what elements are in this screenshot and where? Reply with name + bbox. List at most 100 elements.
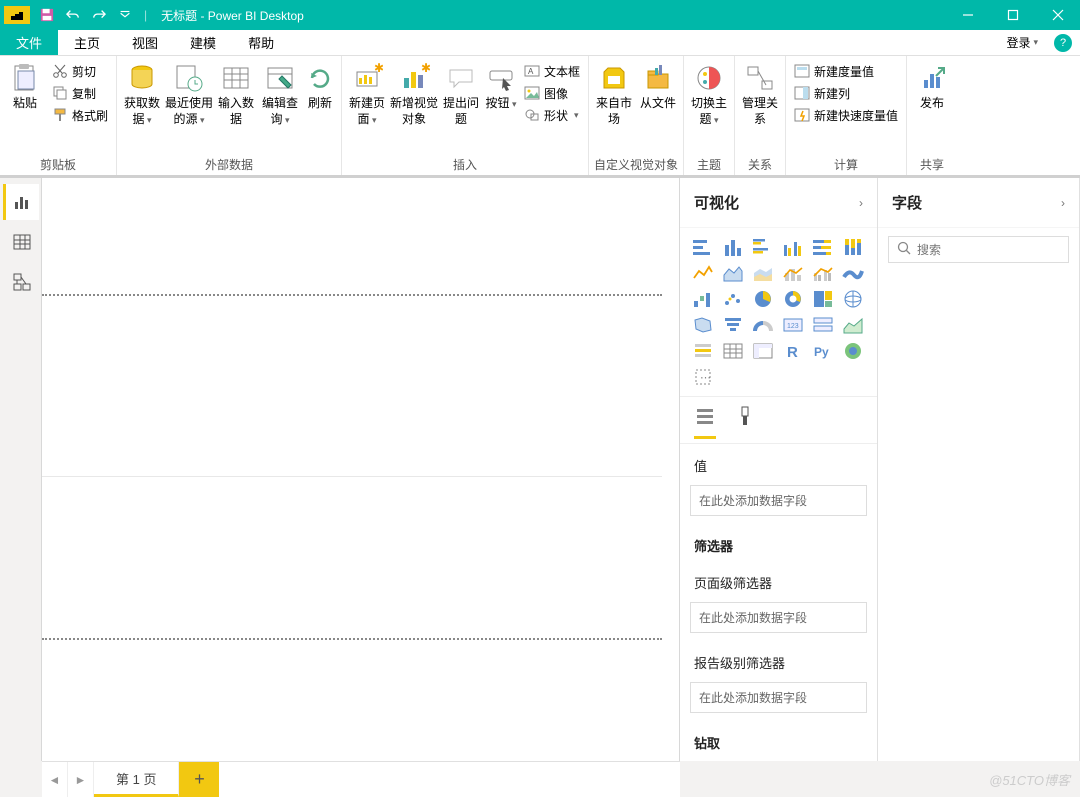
ribbon-group-insert: ✱新建页面 ✱新增视觉对象 提出问题 按钮 A文本框 图像 形状▾ 插入 bbox=[342, 56, 589, 175]
data-view-button[interactable] bbox=[3, 224, 39, 260]
page-filters-drop-zone[interactable]: 在此处添加数据字段 bbox=[690, 602, 867, 633]
ask-question-button[interactable]: 提出问题 bbox=[440, 58, 482, 156]
viz-stacked-column[interactable] bbox=[720, 236, 746, 258]
qat-redo-button[interactable] bbox=[86, 2, 112, 28]
new-visual-icon: ✱ bbox=[398, 62, 430, 94]
values-drop-zone[interactable]: 在此处添加数据字段 bbox=[690, 485, 867, 516]
viz-arcgis[interactable] bbox=[840, 340, 866, 362]
viz-stacked-bar[interactable] bbox=[690, 236, 716, 258]
publish-button[interactable]: 发布 bbox=[911, 58, 953, 156]
viz-clustered-column[interactable] bbox=[780, 236, 806, 258]
chevron-down-icon: ▾ bbox=[1033, 37, 1038, 48]
viz-import-custom[interactable]: ⋯ bbox=[690, 366, 716, 388]
viz-py-script[interactable]: Py bbox=[810, 340, 836, 362]
fields-search[interactable] bbox=[888, 236, 1069, 263]
new-page-button[interactable]: ✱新建页面 bbox=[346, 58, 388, 156]
new-column-button[interactable]: 新建列 bbox=[790, 82, 902, 104]
model-view-button[interactable] bbox=[3, 264, 39, 300]
fields-search-input[interactable] bbox=[917, 243, 1072, 257]
cut-button[interactable]: 剪切 bbox=[48, 60, 112, 82]
minimize-button[interactable] bbox=[945, 0, 990, 30]
viz-map[interactable] bbox=[840, 288, 866, 310]
viz-table[interactable] bbox=[720, 340, 746, 362]
paste-button[interactable]: 粘贴 bbox=[4, 58, 46, 156]
shapes-button[interactable]: 形状▾ bbox=[520, 104, 584, 126]
page-next-button[interactable]: ► bbox=[68, 762, 94, 797]
new-quick-measure-button[interactable]: 新建快速度量值 bbox=[790, 104, 902, 126]
menu-tab-view[interactable]: 视图 bbox=[116, 30, 174, 55]
collapse-visualizations-button[interactable]: › bbox=[859, 196, 863, 210]
textbox-icon: A bbox=[524, 63, 540, 79]
switch-theme-button[interactable]: 切换主题 bbox=[688, 58, 730, 156]
viz-line-stacked-column[interactable] bbox=[780, 262, 806, 284]
close-button[interactable] bbox=[1035, 0, 1080, 30]
viz-donut[interactable] bbox=[780, 288, 806, 310]
menu-tab-file[interactable]: 文件 bbox=[0, 30, 58, 55]
viz-area[interactable] bbox=[720, 262, 746, 284]
menu-tab-modeling[interactable]: 建模 bbox=[174, 30, 232, 55]
new-visual-button[interactable]: ✱新增视觉对象 bbox=[390, 58, 438, 156]
recent-sources-button[interactable]: 最近使用的源 bbox=[165, 58, 213, 156]
image-button[interactable]: 图像 bbox=[520, 82, 584, 104]
textbox-button[interactable]: A文本框 bbox=[520, 60, 584, 82]
format-painter-button[interactable]: 格式刷 bbox=[48, 104, 112, 126]
page-prev-button[interactable]: ◄ bbox=[42, 762, 68, 797]
add-page-button[interactable]: + bbox=[179, 762, 219, 797]
viz-multi-row-card[interactable] bbox=[810, 314, 836, 336]
report-canvas[interactable] bbox=[42, 178, 680, 761]
measure-icon bbox=[794, 63, 810, 79]
get-data-button[interactable]: 获取数据 bbox=[121, 58, 163, 156]
login-button[interactable]: 登录▾ bbox=[998, 34, 1046, 51]
fields-well-tab[interactable] bbox=[694, 405, 716, 439]
collapse-fields-button[interactable]: › bbox=[1061, 196, 1065, 210]
database-icon bbox=[126, 62, 158, 94]
help-button[interactable]: ? bbox=[1054, 34, 1072, 52]
qat-undo-button[interactable] bbox=[60, 2, 86, 28]
viz-line[interactable] bbox=[690, 262, 716, 284]
svg-text:✱: ✱ bbox=[374, 62, 383, 75]
edit-queries-button[interactable]: 编辑查询 bbox=[259, 58, 301, 156]
qat-save-button[interactable] bbox=[34, 2, 60, 28]
buttons-dropdown[interactable]: 按钮 bbox=[484, 58, 518, 156]
ribbon-group-calculations: 新建度量值 新建列 新建快速度量值 计算 bbox=[786, 56, 907, 175]
viz-pie[interactable] bbox=[750, 288, 776, 310]
viz-matrix[interactable] bbox=[750, 340, 776, 362]
quick-measure-icon bbox=[794, 107, 810, 123]
theme-icon bbox=[693, 62, 725, 94]
viz-100-stacked-bar[interactable] bbox=[810, 236, 836, 258]
viz-r-script[interactable]: R bbox=[780, 340, 806, 362]
viz-treemap[interactable] bbox=[810, 288, 836, 310]
enter-data-button[interactable]: 输入数据 bbox=[215, 58, 257, 156]
viz-slicer[interactable] bbox=[690, 340, 716, 362]
qat-customize-button[interactable] bbox=[112, 2, 138, 28]
shapes-icon bbox=[524, 107, 540, 123]
new-measure-button[interactable]: 新建度量值 bbox=[790, 60, 902, 82]
report-filters-drop-zone[interactable]: 在此处添加数据字段 bbox=[690, 682, 867, 713]
viz-filled-map[interactable] bbox=[690, 314, 716, 336]
viz-line-clustered-column[interactable] bbox=[810, 262, 836, 284]
from-marketplace-button[interactable]: 来自市场 bbox=[593, 58, 635, 156]
image-icon bbox=[524, 85, 540, 101]
copy-button[interactable]: 复制 bbox=[48, 82, 112, 104]
maximize-button[interactable] bbox=[990, 0, 1035, 30]
viz-stacked-area[interactable] bbox=[750, 262, 776, 284]
viz-clustered-bar[interactable] bbox=[750, 236, 776, 258]
viz-waterfall[interactable] bbox=[690, 288, 716, 310]
refresh-button[interactable]: 刷新 bbox=[303, 58, 337, 156]
manage-relationships-button[interactable]: 管理关系 bbox=[739, 58, 781, 156]
menu-tab-help[interactable]: 帮助 bbox=[232, 30, 290, 55]
format-tab[interactable] bbox=[734, 405, 756, 439]
viz-100-stacked-column[interactable] bbox=[840, 236, 866, 258]
page-tab-1[interactable]: 第 1 页 bbox=[94, 762, 179, 797]
from-file-button[interactable]: 从文件 bbox=[637, 58, 679, 156]
viz-gauge[interactable] bbox=[750, 314, 776, 336]
viz-scatter[interactable] bbox=[720, 288, 746, 310]
visualizations-pane-title: 可视化 bbox=[694, 192, 739, 213]
viz-kpi[interactable] bbox=[840, 314, 866, 336]
menu-tab-home[interactable]: 主页 bbox=[58, 30, 116, 55]
viz-card[interactable]: 123 bbox=[780, 314, 806, 336]
ribbon-group-custom-visuals: 来自市场 从文件 自定义视觉对象 bbox=[589, 56, 684, 175]
report-view-button[interactable] bbox=[3, 184, 39, 220]
viz-funnel[interactable] bbox=[720, 314, 746, 336]
viz-ribbon[interactable] bbox=[840, 262, 866, 284]
